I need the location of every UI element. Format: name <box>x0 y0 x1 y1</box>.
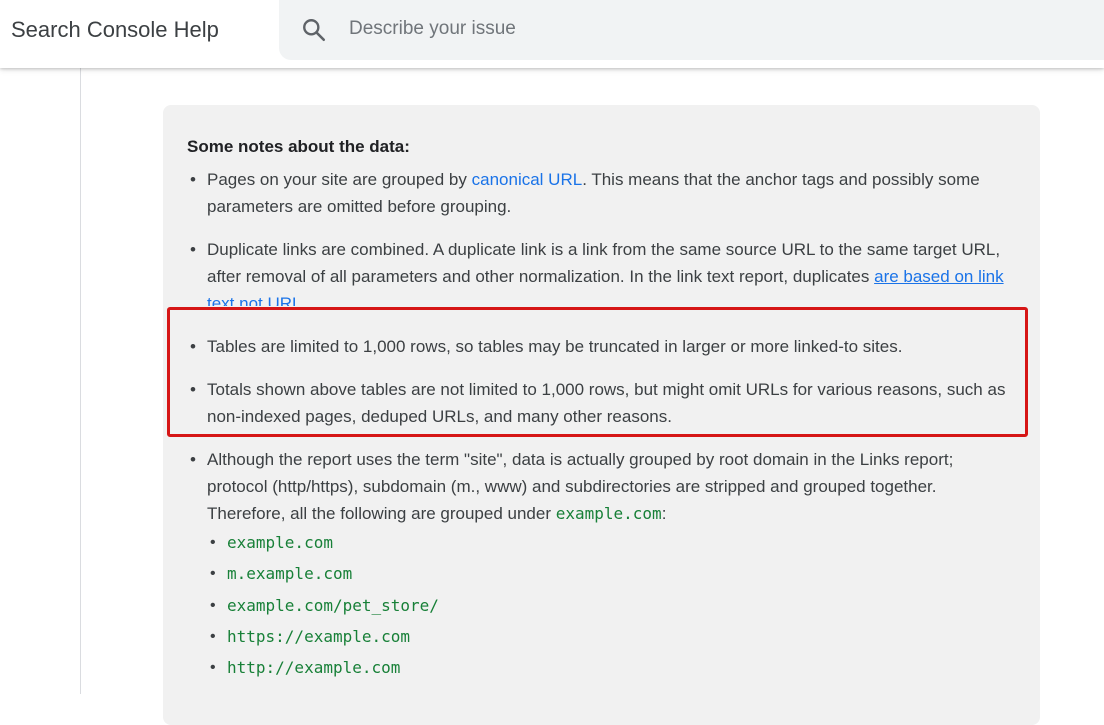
bullet: • <box>190 450 196 469</box>
bullet: • <box>210 659 216 676</box>
app-title[interactable]: Search Console Help <box>11 17 219 43</box>
example-code: m.example.com <box>227 564 353 583</box>
bullet: • <box>210 597 216 614</box>
search-box[interactable] <box>279 0 1104 60</box>
bullet: • <box>210 534 216 551</box>
bullet: • <box>190 240 196 259</box>
notes-heading: Some notes about the data: <box>187 137 410 156</box>
bullet: • <box>210 628 216 645</box>
inline-code: example.com <box>555 504 662 523</box>
example-code: example.com/pet_store/ <box>227 596 439 615</box>
top-header: Search Console Help <box>0 0 1104 68</box>
canonical-url-link[interactable]: canonical URL <box>472 170 583 189</box>
bullet: • <box>190 170 196 189</box>
item-text: : <box>661 504 667 523</box>
example-code: example.com <box>227 533 333 552</box>
search-icon[interactable] <box>301 17 327 43</box>
example-code: http://example.com <box>227 658 401 677</box>
example-code: https://example.com <box>227 627 411 646</box>
item-text: Pages on your site are grouped by <box>207 170 472 189</box>
list-item: • Duplicate links are combined. A duplic… <box>187 236 1007 306</box>
bullet: • <box>210 565 216 582</box>
left-divider <box>80 68 81 694</box>
highlight-box <box>167 307 1028 437</box>
search-input[interactable] <box>349 14 1049 44</box>
